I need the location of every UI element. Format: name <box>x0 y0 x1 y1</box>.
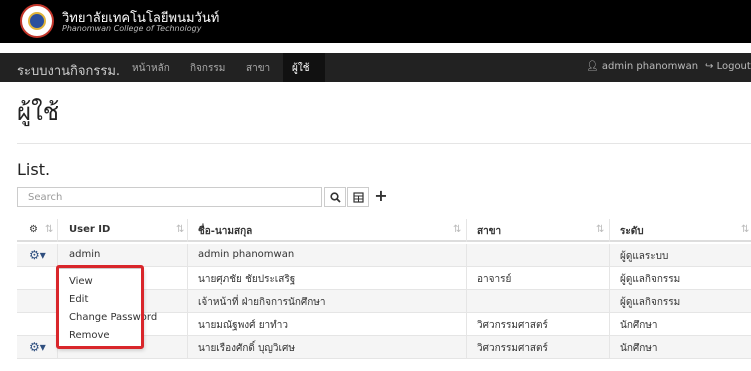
menu-item-remove[interactable]: Remove <box>69 330 110 341</box>
column-header-level[interactable]: ระดับ <box>620 224 644 239</box>
export-button[interactable] <box>347 187 369 207</box>
name-cell: เจ้าหน้าที่ ฝ่ายกิจการนักศึกษา <box>198 297 326 308</box>
user-menu[interactable]: 👤︎ admin phanomwan <box>586 61 698 72</box>
search-input[interactable] <box>17 187 322 207</box>
table-icon <box>352 192 364 203</box>
sort-icon[interactable]: ⇅ <box>453 224 461 235</box>
column-header-name[interactable]: ชื่อ-นามสกุล <box>198 224 252 239</box>
name-cell: นายศุภชัย ชัยประเสริฐ <box>198 274 296 285</box>
plus-icon: + <box>374 186 388 205</box>
gear-icon[interactable]: ⚙▾ <box>29 248 46 262</box>
school-name-en: Phanomwan College of Technology <box>62 24 202 33</box>
name-cell: admin phanomwan <box>198 249 295 260</box>
navbar: ระบบงานกิจกรรม. หน้าหลัก กิจกรรม สาขา ผู… <box>0 53 751 82</box>
user-icon: 👤︎ <box>586 61 599 72</box>
sort-icon[interactable]: ⇅ <box>741 224 749 235</box>
level-cell: ผู้ดูแลกิจกรรม <box>620 297 681 308</box>
page-title: ผู้ใช้ <box>17 98 60 126</box>
gear-icon[interactable]: ⚙▾ <box>29 340 46 354</box>
column-header-branch[interactable]: สาขา <box>477 224 501 239</box>
logout-icon: ↪ <box>705 61 714 72</box>
branch-cell: วิศวกรรมศาสตร์ <box>477 320 548 331</box>
level-cell: ผู้ดูแลระบบ <box>620 251 669 262</box>
name-cell: นายเรืองศักดิ์ บุญวิเศษ <box>198 343 295 354</box>
logout-link[interactable]: ↪ Logout <box>705 61 751 72</box>
table-row: ⚙▾ admin admin phanomwan ผู้ดูแลระบบ <box>17 244 751 267</box>
gear-header-icon: ⚙ <box>29 224 38 235</box>
logout-label: Logout <box>716 61 751 72</box>
list-title: List. <box>17 160 51 179</box>
menu-item-edit[interactable]: Edit <box>69 294 88 305</box>
user-name: admin phanomwan <box>601 61 699 72</box>
branch-cell: วิศวกรรมศาสตร์ <box>477 343 548 354</box>
nav-item-branch[interactable]: สาขา <box>246 61 270 76</box>
user-id-cell: admin <box>69 249 101 260</box>
search-icon <box>329 192 341 203</box>
search-button[interactable] <box>324 187 346 207</box>
branch-cell: อาจารย์ <box>477 274 512 285</box>
nav-item-activities[interactable]: กิจกรรม <box>190 61 225 76</box>
sort-icon[interactable]: ⇅ <box>176 224 184 235</box>
nav-item-home[interactable]: หน้าหลัก <box>132 61 170 76</box>
nav-item-users[interactable]: ผู้ใช้ <box>292 61 310 76</box>
menu-item-change-password[interactable]: Change Password <box>69 312 157 323</box>
sort-icon[interactable]: ⇅ <box>596 224 604 235</box>
sort-icon[interactable]: ⇅ <box>45 224 53 235</box>
college-logo <box>20 4 54 38</box>
table-header: ⚙ ⇅ User ID ⇅ ชื่อ-นามสกุล ⇅ สาขา ⇅ ระดั… <box>17 219 751 242</box>
level-cell: นักศึกษา <box>620 320 658 331</box>
menu-item-view[interactable]: View <box>69 276 93 287</box>
column-header-user-id[interactable]: User ID <box>69 224 110 235</box>
level-cell: ผู้ดูแลกิจกรรม <box>620 274 681 285</box>
add-user-button[interactable]: + <box>370 187 392 207</box>
top-banner: วิทยาลัยเทคโนโลยีพนมวันท์ Phanomwan Coll… <box>0 0 751 43</box>
row-action-menu: View Edit Change Password Remove <box>58 268 157 348</box>
level-cell: นักศึกษา <box>620 343 658 354</box>
name-cell: นายมณัฐพงศ์ ยาทำว <box>198 320 288 331</box>
divider <box>17 143 751 144</box>
navbar-brand[interactable]: ระบบงานกิจกรรม. <box>17 60 120 81</box>
